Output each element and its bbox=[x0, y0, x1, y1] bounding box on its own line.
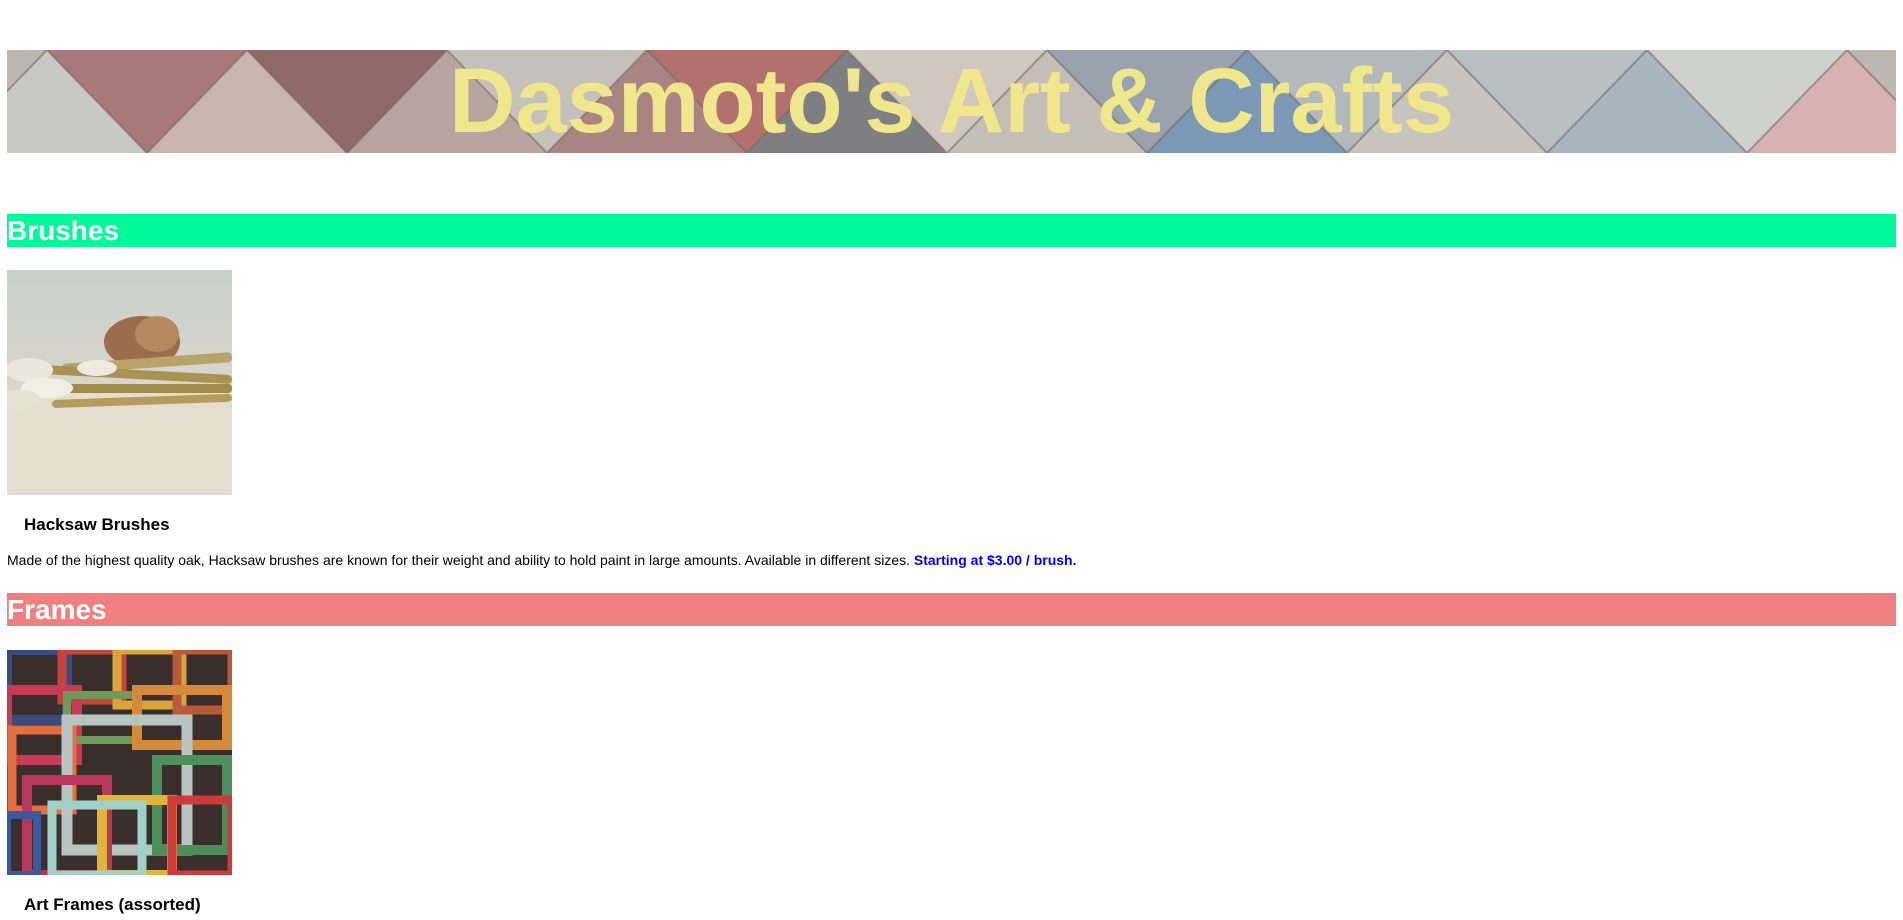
price-text: Starting at $3.00 / brush. bbox=[913, 552, 1077, 568]
frames-image bbox=[7, 650, 232, 875]
header-banner: Dasmoto's Art & Crafts bbox=[7, 50, 1896, 153]
description-text: Made of the highest quality oak, Hacksaw… bbox=[7, 552, 910, 568]
site-title: Dasmoto's Art & Crafts bbox=[448, 50, 1455, 152]
product-title-hacksaw-brushes: Hacksaw Brushes bbox=[24, 515, 170, 534]
product-title-art-frames: Art Frames (assorted) bbox=[24, 895, 201, 914]
brushes-heading: Brushes bbox=[7, 214, 1896, 247]
brushes-image bbox=[7, 270, 232, 495]
frames-heading: Frames bbox=[7, 593, 1896, 626]
product-description: Made of the highest quality oak, Hacksaw… bbox=[7, 552, 1077, 568]
